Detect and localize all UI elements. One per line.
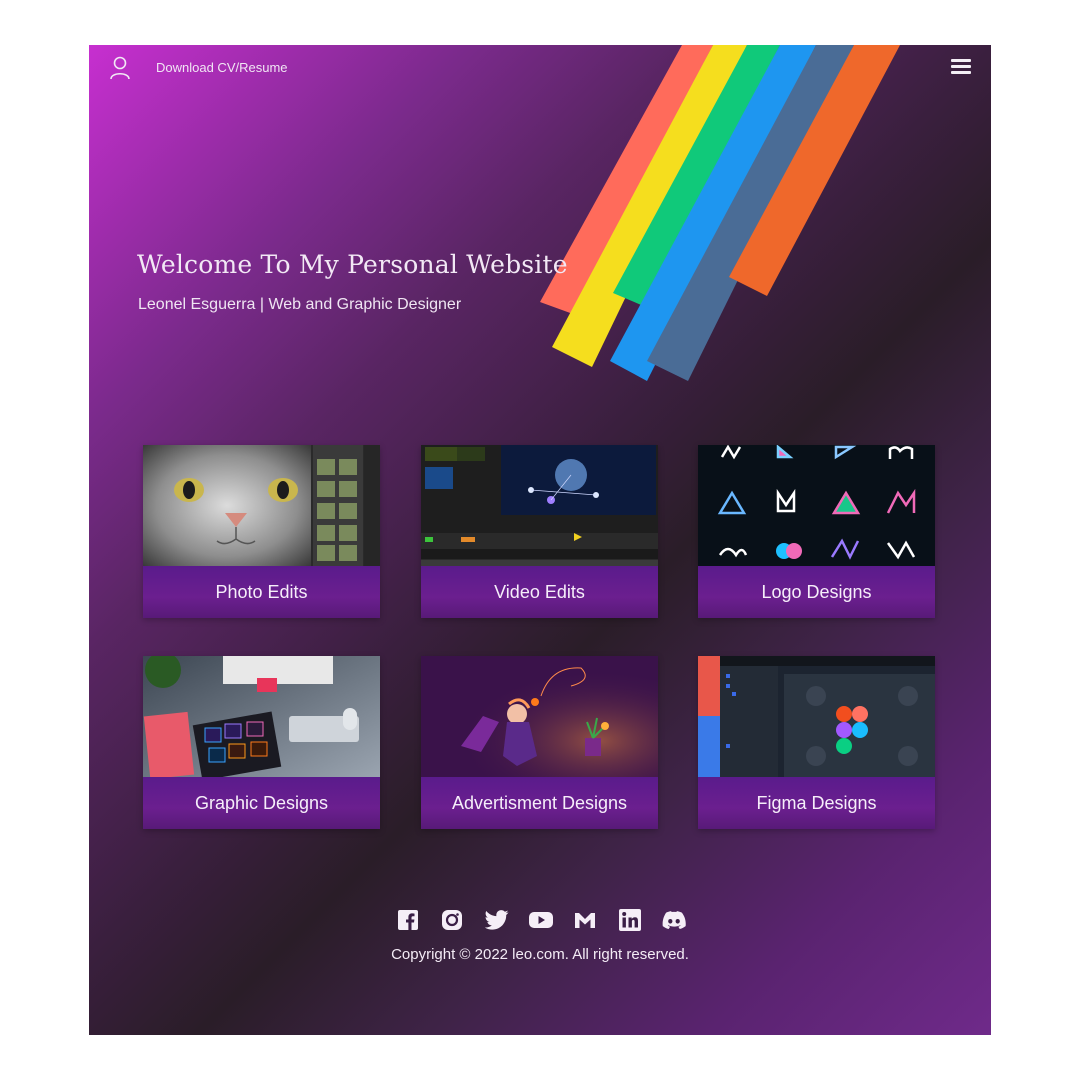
card-advertisment-designs[interactable]: Advertisment Designs <box>421 656 658 829</box>
card-label: Photo Edits <box>143 566 380 618</box>
stripe-slate <box>647 45 854 381</box>
card-label: Graphic Designs <box>143 777 380 829</box>
rainbow-stripes-decoration <box>540 45 900 381</box>
menu-bar <box>951 59 971 62</box>
discord-icon[interactable] <box>662 908 686 932</box>
gmail-icon[interactable] <box>573 908 597 932</box>
card-label: Figma Designs <box>698 777 935 829</box>
graphic-designs-thumbnail <box>143 656 380 777</box>
download-cv-link[interactable]: Download CV/Resume <box>156 60 288 75</box>
logo-grid-image <box>698 445 935 566</box>
twitter-icon[interactable] <box>484 908 509 932</box>
cat-photo-image <box>143 445 380 566</box>
video-editor-image <box>421 445 658 566</box>
stripe-green <box>613 45 780 307</box>
menu-bar <box>951 65 971 68</box>
figma-app-image <box>698 656 935 777</box>
card-logo-designs[interactable]: Logo Designs <box>698 445 935 618</box>
user-icon[interactable] <box>109 56 131 80</box>
hero-title: Welcome To My Personal Website <box>137 250 568 279</box>
menu-bar <box>951 71 971 74</box>
card-figma-designs[interactable]: Figma Designs <box>698 656 935 829</box>
video-edits-thumbnail <box>421 445 658 566</box>
stripe-orange <box>729 45 900 296</box>
logo-designs-thumbnail <box>698 445 935 566</box>
copyright-text: Copyright © 2022 leo.com. All right rese… <box>391 946 689 963</box>
hero-subtitle: Leonel Esguerra | Web and Graphic Design… <box>138 296 462 313</box>
advertisment-designs-thumbnail <box>421 656 658 777</box>
card-photo-edits[interactable]: Photo Edits <box>143 445 380 618</box>
photo-edits-thumbnail <box>143 445 380 566</box>
card-video-edits[interactable]: Video Edits <box>421 445 658 618</box>
linkedin-icon[interactable] <box>618 908 642 932</box>
card-label: Logo Designs <box>698 566 935 618</box>
card-graphic-designs[interactable]: Graphic Designs <box>143 656 380 829</box>
desk-adobe-apps-image <box>143 656 380 777</box>
stripe-yellow <box>552 45 747 367</box>
figma-designs-thumbnail <box>698 656 935 777</box>
card-label: Advertisment Designs <box>421 777 658 829</box>
illustration-image <box>421 656 658 777</box>
card-label: Video Edits <box>421 566 658 618</box>
instagram-icon[interactable] <box>440 908 464 932</box>
social-links <box>396 907 686 933</box>
stripe-blue <box>610 45 816 381</box>
facebook-icon[interactable] <box>396 908 420 932</box>
youtube-icon[interactable] <box>528 908 553 932</box>
hamburger-menu-icon[interactable] <box>951 59 971 75</box>
website-page: Download CV/Resume Welcome To My Persona… <box>89 45 991 1035</box>
